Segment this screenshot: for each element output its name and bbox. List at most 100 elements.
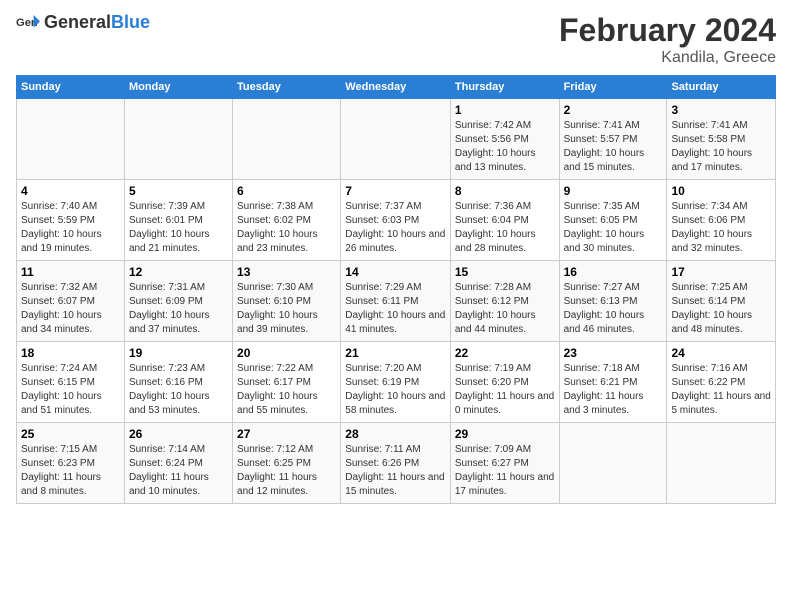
cell-content: Sunrise: 7:14 AM Sunset: 6:24 PM Dayligh… — [129, 443, 228, 499]
cell-content: Sunrise: 7:24 AM Sunset: 6:15 PM Dayligh… — [21, 362, 120, 418]
header-sunday: Sunday — [17, 76, 125, 99]
table-row: 2 Sunrise: 7:41 AM Sunset: 5:57 PM Daylig… — [559, 99, 667, 180]
day-number: 26 — [129, 427, 228, 441]
day-number: 11 — [21, 265, 120, 279]
day-number: 15 — [455, 265, 555, 279]
cell-content: Sunrise: 7:40 AM Sunset: 5:59 PM Dayligh… — [21, 200, 120, 256]
location-subtitle: Kandila, Greece — [559, 49, 776, 67]
day-number: 24 — [671, 346, 771, 360]
calendar-week-row: 11Sunrise: 7:32 AM Sunset: 6:07 PM Dayli… — [17, 261, 776, 342]
table-row: 24Sunrise: 7:16 AM Sunset: 6:22 PM Dayli… — [667, 342, 776, 423]
calendar-header-row: Sunday Monday Tuesday Wednesday Thursday… — [17, 76, 776, 99]
title-block: February 2024 Kandila, Greece — [559, 12, 776, 67]
cell-content: Sunrise: 7:12 AM Sunset: 6:25 PM Dayligh… — [237, 443, 336, 499]
table-row: 19 Sunrise: 7:23 AM Sunset: 6:16 PM Dayli… — [124, 342, 232, 423]
header-wednesday: Wednesday — [341, 76, 451, 99]
cell-content: Sunrise: 7:30 AM Sunset: 6:10 PM Dayligh… — [237, 281, 336, 337]
cell-content: Sunrise: 7:18 AM Sunset: 6:21 PM Dayligh… — [564, 362, 663, 418]
table-row: 20 Sunrise: 7:22 AM Sunset: 6:17 PM Dayli… — [233, 342, 341, 423]
cell-content: Sunrise: 7:39 AM Sunset: 6:01 PM Dayligh… — [129, 200, 228, 256]
table-row: 13 Sunrise: 7:30 AM Sunset: 6:10 PM Dayli… — [233, 261, 341, 342]
calendar-week-row: 1Sunrise: 7:42 AM Sunset: 5:56 PM Daylig… — [17, 99, 776, 180]
cell-content: Sunrise: 7:36 AM Sunset: 6:04 PM Dayligh… — [455, 200, 555, 256]
cell-content: Sunrise: 7:11 AM Sunset: 6:26 PM Dayligh… — [345, 443, 446, 499]
table-row: 28 Sunrise: 7:11 AM Sunset: 6:26 PM Dayli… — [341, 423, 451, 504]
cell-content: Sunrise: 7:25 AM Sunset: 6:14 PM Dayligh… — [671, 281, 771, 337]
day-number: 2 — [564, 103, 663, 117]
table-row: 7 Sunrise: 7:37 AM Sunset: 6:03 PM Daylig… — [341, 180, 451, 261]
table-row — [17, 99, 125, 180]
day-number: 19 — [129, 346, 228, 360]
header-tuesday: Tuesday — [233, 76, 341, 99]
table-row: 8 Sunrise: 7:36 AM Sunset: 6:04 PM Daylig… — [450, 180, 559, 261]
calendar-body: 1Sunrise: 7:42 AM Sunset: 5:56 PM Daylig… — [17, 99, 776, 504]
table-row: 10 Sunrise: 7:34 AM Sunset: 6:06 PM Dayli… — [667, 180, 776, 261]
table-row — [341, 99, 451, 180]
cell-content: Sunrise: 7:34 AM Sunset: 6:06 PM Dayligh… — [671, 200, 771, 256]
day-number: 25 — [21, 427, 120, 441]
table-row: 23 Sunrise: 7:18 AM Sunset: 6:21 PM Dayli… — [559, 342, 667, 423]
day-number: 8 — [455, 184, 555, 198]
day-number: 27 — [237, 427, 336, 441]
day-number: 18 — [21, 346, 120, 360]
table-row: 18 Sunrise: 7:24 AM Sunset: 6:15 PM Dayli… — [17, 342, 125, 423]
header-thursday: Thursday — [450, 76, 559, 99]
header-saturday: Saturday — [667, 76, 776, 99]
day-number: 6 — [237, 184, 336, 198]
day-number: 16 — [564, 265, 663, 279]
day-number: 13 — [237, 265, 336, 279]
cell-content: Sunrise: 7:37 AM Sunset: 6:03 PM Dayligh… — [345, 200, 446, 256]
cell-content: Sunrise: 7:38 AM Sunset: 6:02 PM Dayligh… — [237, 200, 336, 256]
header-monday: Monday — [124, 76, 232, 99]
table-row: 1Sunrise: 7:42 AM Sunset: 5:56 PM Daylig… — [450, 99, 559, 180]
table-row: 3Sunrise: 7:41 AM Sunset: 5:58 PM Daylig… — [667, 99, 776, 180]
cell-content: Sunrise: 7:19 AM Sunset: 6:20 PM Dayligh… — [455, 362, 555, 418]
cell-content: Sunrise: 7:31 AM Sunset: 6:09 PM Dayligh… — [129, 281, 228, 337]
day-number: 17 — [671, 265, 771, 279]
table-row — [559, 423, 667, 504]
calendar-week-row: 18 Sunrise: 7:24 AM Sunset: 6:15 PM Dayli… — [17, 342, 776, 423]
day-number: 10 — [671, 184, 771, 198]
page-container: Gen GeneralBlue February 2024 Kandila, G… — [0, 0, 792, 512]
logo-text: GeneralBlue — [44, 12, 150, 33]
table-row — [233, 99, 341, 180]
table-row: 6 Sunrise: 7:38 AM Sunset: 6:02 PM Daylig… — [233, 180, 341, 261]
day-number: 5 — [129, 184, 228, 198]
cell-content: Sunrise: 7:09 AM Sunset: 6:27 PM Dayligh… — [455, 443, 555, 499]
page-title: February 2024 — [559, 12, 776, 49]
cell-content: Sunrise: 7:29 AM Sunset: 6:11 PM Dayligh… — [345, 281, 446, 337]
header-friday: Friday — [559, 76, 667, 99]
cell-content: Sunrise: 7:22 AM Sunset: 6:17 PM Dayligh… — [237, 362, 336, 418]
table-row: 17 Sunrise: 7:25 AM Sunset: 6:14 PM Dayli… — [667, 261, 776, 342]
table-row: 5 Sunrise: 7:39 AM Sunset: 6:01 PM Daylig… — [124, 180, 232, 261]
calendar-week-row: 4Sunrise: 7:40 AM Sunset: 5:59 PM Daylig… — [17, 180, 776, 261]
cell-content: Sunrise: 7:23 AM Sunset: 6:16 PM Dayligh… — [129, 362, 228, 418]
logo: Gen GeneralBlue — [16, 12, 150, 33]
table-row: 9 Sunrise: 7:35 AM Sunset: 6:05 PM Daylig… — [559, 180, 667, 261]
day-number: 22 — [455, 346, 555, 360]
cell-content: Sunrise: 7:41 AM Sunset: 5:57 PM Dayligh… — [564, 119, 663, 175]
day-number: 23 — [564, 346, 663, 360]
calendar-week-row: 25 Sunrise: 7:15 AM Sunset: 6:23 PM Dayli… — [17, 423, 776, 504]
cell-content: Sunrise: 7:28 AM Sunset: 6:12 PM Dayligh… — [455, 281, 555, 337]
logo-icon: Gen — [16, 13, 40, 33]
table-row: 25 Sunrise: 7:15 AM Sunset: 6:23 PM Dayli… — [17, 423, 125, 504]
day-number: 21 — [345, 346, 446, 360]
day-number: 20 — [237, 346, 336, 360]
day-number: 12 — [129, 265, 228, 279]
table-row: 27 Sunrise: 7:12 AM Sunset: 6:25 PM Dayli… — [233, 423, 341, 504]
cell-content: Sunrise: 7:42 AM Sunset: 5:56 PM Dayligh… — [455, 119, 555, 175]
day-number: 14 — [345, 265, 446, 279]
table-row: 12 Sunrise: 7:31 AM Sunset: 6:09 PM Dayli… — [124, 261, 232, 342]
calendar-table: Sunday Monday Tuesday Wednesday Thursday… — [16, 75, 776, 504]
header: Gen GeneralBlue February 2024 Kandila, G… — [16, 12, 776, 67]
cell-content: Sunrise: 7:15 AM Sunset: 6:23 PM Dayligh… — [21, 443, 120, 499]
table-row: 16Sunrise: 7:27 AM Sunset: 6:13 PM Dayli… — [559, 261, 667, 342]
day-number: 29 — [455, 427, 555, 441]
day-number: 7 — [345, 184, 446, 198]
day-number: 9 — [564, 184, 663, 198]
day-number: 28 — [345, 427, 446, 441]
cell-content: Sunrise: 7:35 AM Sunset: 6:05 PM Dayligh… — [564, 200, 663, 256]
day-number: 3 — [671, 103, 771, 117]
table-row — [124, 99, 232, 180]
